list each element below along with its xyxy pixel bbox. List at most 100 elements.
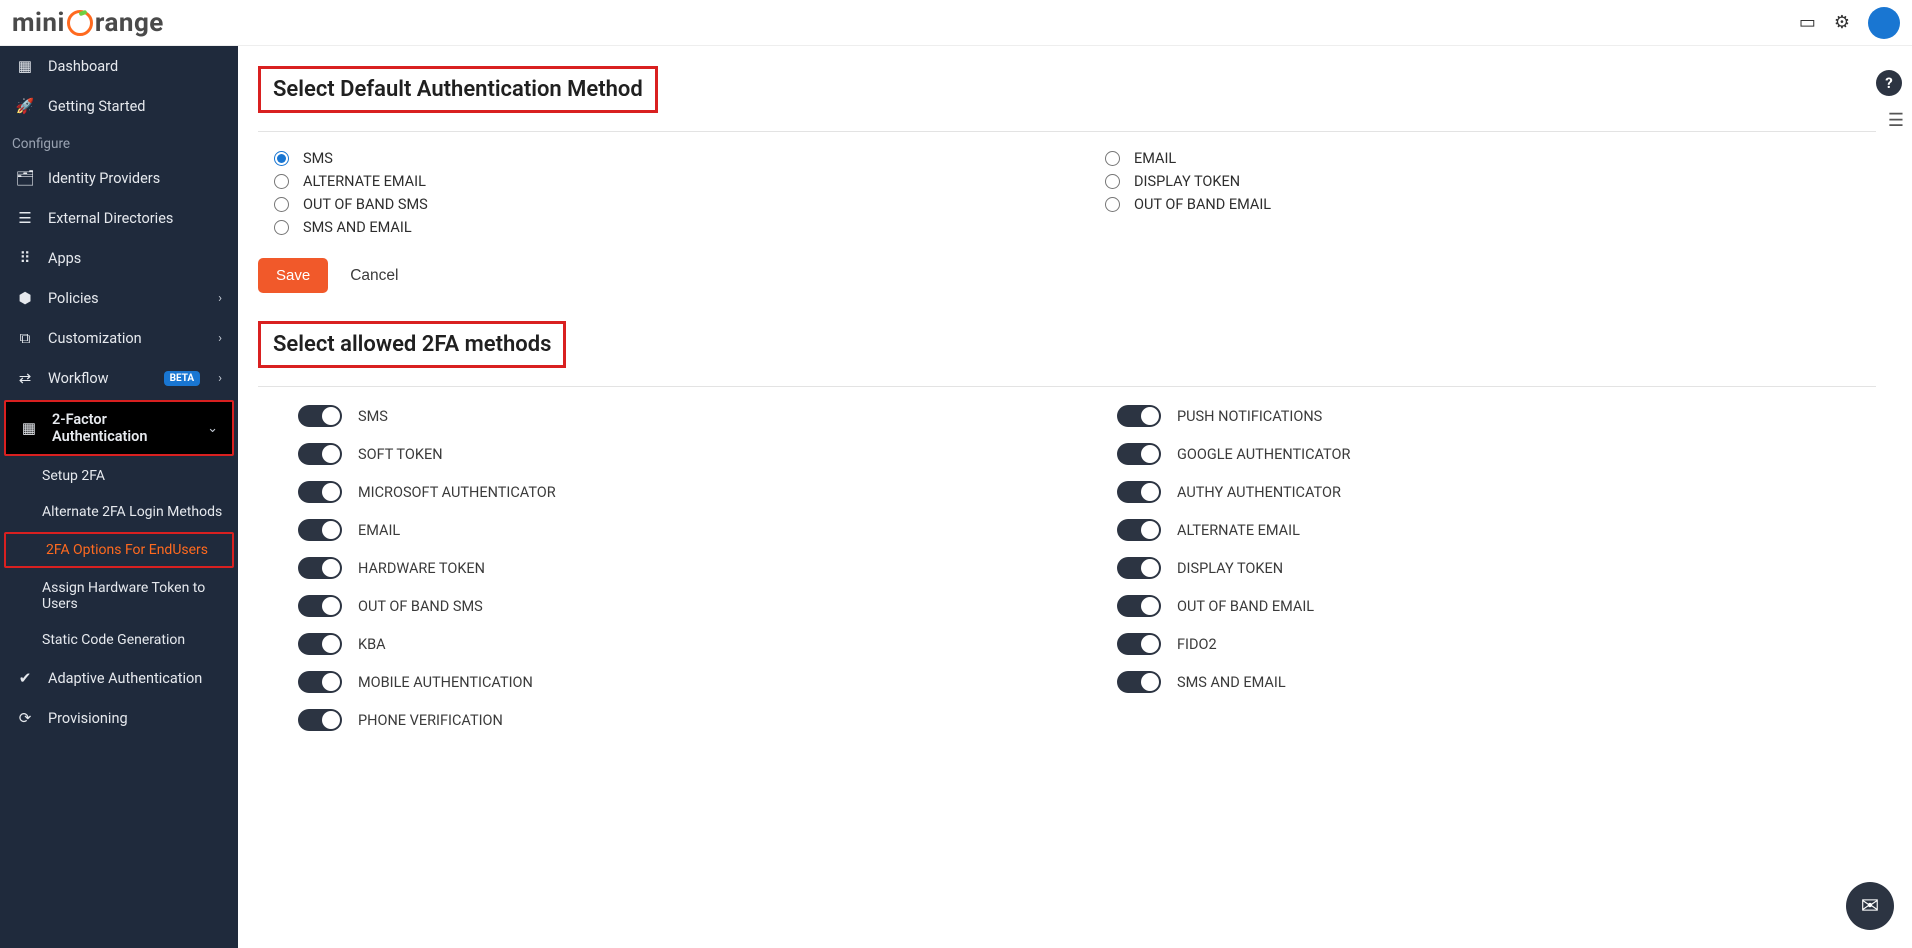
nav-icon: ⇄ — [16, 369, 34, 387]
sidebar-section-label: Configure — [0, 126, 238, 158]
toggle-switch[interactable] — [298, 519, 342, 541]
divider — [258, 131, 1876, 132]
radio-option[interactable]: OUT OF BAND EMAIL — [1105, 196, 1876, 213]
sidebar-item[interactable]: ✔Adaptive Authentication — [0, 658, 238, 698]
toggle-option: SMS — [298, 405, 1057, 427]
sidebar-item[interactable]: ▦2-Factor Authentication⌄ — [4, 400, 234, 456]
sidebar-item-label: Workflow — [48, 370, 150, 387]
sidebar-subitem[interactable]: Assign Hardware Token to Users — [0, 570, 238, 622]
sidebar-item[interactable]: ⬢ Policies › — [0, 278, 238, 318]
radio-option[interactable]: EMAIL — [1105, 150, 1876, 167]
sidebar-item[interactable]: 🗂Identity Providers — [0, 158, 238, 198]
sidebar-item-label: Provisioning — [48, 710, 222, 727]
radio-label: OUT OF BAND SMS — [303, 196, 428, 213]
sidebar-item-label: 2-Factor Authentication — [52, 411, 193, 445]
sidebar-item[interactable]: ⧉Customization› — [0, 318, 238, 358]
logo-suffix: range — [95, 8, 164, 38]
toggle-option: FIDO2 — [1117, 633, 1876, 655]
gear-icon[interactable]: ⚙ — [1834, 12, 1850, 33]
nav-icon: ☰ — [16, 209, 34, 227]
radio-input[interactable] — [274, 174, 289, 189]
toggle-label: SMS AND EMAIL — [1177, 674, 1286, 691]
radio-input[interactable] — [274, 151, 289, 166]
radio-input[interactable] — [1105, 197, 1120, 212]
nav-icon: 🚀 — [16, 97, 34, 115]
radio-option[interactable]: SMS — [274, 150, 1045, 167]
logo-prefix: mini — [12, 8, 65, 38]
sidebar-item-label: Policies — [48, 290, 204, 307]
toggle-switch[interactable] — [1117, 405, 1161, 427]
toggle-label: PUSH NOTIFICATIONS — [1177, 408, 1322, 425]
sidebar-item-label: External Directories — [48, 210, 222, 227]
toggle-switch[interactable] — [1117, 671, 1161, 693]
toggle-switch[interactable] — [298, 481, 342, 503]
sidebar-subitem[interactable]: Static Code Generation — [0, 622, 238, 658]
toggle-switch[interactable] — [1117, 519, 1161, 541]
toggle-label: HARDWARE TOKEN — [358, 560, 485, 577]
sidebar-item-label: Identity Providers — [48, 170, 222, 187]
toggle-switch[interactable] — [1117, 481, 1161, 503]
radio-option[interactable]: ALTERNATE EMAIL — [274, 173, 1045, 190]
toggle-switch[interactable] — [298, 443, 342, 465]
docs-icon[interactable]: ▭ — [1799, 12, 1816, 33]
sidebar-item[interactable]: 🚀Getting Started — [0, 86, 238, 126]
top-header: mini range ▭ ⚙ — [0, 0, 1912, 46]
radio-label: ALTERNATE EMAIL — [303, 173, 426, 190]
toggle-switch[interactable] — [298, 405, 342, 427]
title-highlight-1: Select Default Authentication Method — [258, 66, 658, 113]
toggle-switch[interactable] — [298, 557, 342, 579]
toggle-option: EMAIL — [298, 519, 1057, 541]
radio-option[interactable]: SMS AND EMAIL — [274, 219, 1045, 236]
radio-input[interactable] — [274, 220, 289, 235]
toggle-option: GOOGLE AUTHENTICATOR — [1117, 443, 1876, 465]
sidebar-item[interactable]: ⟳Provisioning — [0, 698, 238, 738]
toggle-switch[interactable] — [1117, 633, 1161, 655]
radio-option[interactable]: OUT OF BAND SMS — [274, 196, 1045, 213]
nav-icon: ⬢ — [16, 289, 34, 307]
toggle-label: OUT OF BAND EMAIL — [1177, 598, 1314, 615]
sidebar-item[interactable]: ☰ External Directories — [0, 198, 238, 238]
section2-title: Select allowed 2FA methods — [261, 324, 563, 365]
toggle-switch[interactable] — [1117, 557, 1161, 579]
toggle-switch[interactable] — [298, 671, 342, 693]
radio-option[interactable]: DISPLAY TOKEN — [1105, 173, 1876, 190]
toggle-label: MOBILE AUTHENTICATION — [358, 674, 533, 691]
radio-input[interactable] — [274, 197, 289, 212]
toggle-switch[interactable] — [1117, 443, 1161, 465]
radio-label: SMS AND EMAIL — [303, 219, 412, 236]
sidebar-subitem[interactable]: Alternate 2FA Login Methods — [0, 494, 238, 530]
radio-input[interactable] — [1105, 174, 1120, 189]
chat-icon[interactable]: ✉ — [1846, 882, 1894, 930]
toggle-switch[interactable] — [1117, 595, 1161, 617]
sidebar-subitem[interactable]: 2FA Options For EndUsers — [4, 532, 234, 568]
toggle-option: KBA — [298, 633, 1057, 655]
radio-input[interactable] — [1105, 151, 1120, 166]
toggle-option: MOBILE AUTHENTICATION — [298, 671, 1057, 693]
default-method-options: SMS ALTERNATE EMAIL OUT OF BAND SMS SMS AND… — [274, 150, 1876, 236]
hamburger-icon[interactable]: ☰ — [1888, 110, 1904, 131]
toggle-option: PUSH NOTIFICATIONS — [1117, 405, 1876, 427]
save-button[interactable]: Save — [258, 258, 328, 293]
avatar[interactable] — [1868, 7, 1900, 39]
sidebar: ▦Dashboard🚀Getting StartedConfigure🗂Iden… — [0, 46, 238, 948]
sidebar-item[interactable]: ▦Dashboard — [0, 46, 238, 86]
cancel-button[interactable]: Cancel — [350, 267, 398, 285]
toggle-option: SOFT TOKEN — [298, 443, 1057, 465]
sidebar-item[interactable]: ⇄WorkflowBETA› — [0, 358, 238, 398]
toggle-switch[interactable] — [298, 595, 342, 617]
nav-icon: ▦ — [20, 419, 38, 437]
divider — [258, 386, 1876, 387]
sidebar-item[interactable]: ⠿Apps — [0, 238, 238, 278]
sidebar-item-label: Apps — [48, 250, 222, 267]
toggle-switch[interactable] — [298, 709, 342, 731]
help-icon[interactable]: ? — [1876, 70, 1902, 96]
toggle-option: AUTHY AUTHENTICATOR — [1117, 481, 1876, 503]
toggle-label: EMAIL — [358, 522, 400, 539]
chevron-icon: › — [218, 291, 222, 306]
toggle-switch[interactable] — [298, 633, 342, 655]
radio-label: DISPLAY TOKEN — [1134, 173, 1240, 190]
sidebar-subitem[interactable]: Setup 2FA — [0, 458, 238, 494]
toggle-option: DISPLAY TOKEN — [1117, 557, 1876, 579]
toggle-label: PHONE VERIFICATION — [358, 712, 503, 729]
toggle-label: SOFT TOKEN — [358, 446, 443, 463]
